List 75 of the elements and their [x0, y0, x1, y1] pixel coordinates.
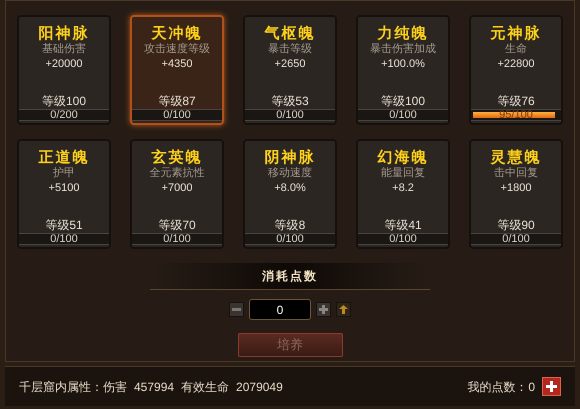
minus-icon [232, 308, 241, 311]
stat-name: 生命 [505, 42, 527, 57]
plus-button[interactable] [316, 302, 331, 317]
level-text: 等级51 [45, 218, 83, 233]
progress-text: 0/100 [389, 110, 417, 120]
stat-value: +8.2 [392, 181, 414, 196]
card-title: 力纯魄 [378, 24, 428, 42]
life-value: 2079049 [236, 378, 283, 396]
talent-card[interactable]: 力纯魄 暴击伤害加成 +100.0% 等级100 0/100 [356, 15, 450, 125]
stat-name: 基础伤害 [42, 42, 86, 57]
level-text: 等级87 [158, 94, 196, 109]
talent-card[interactable]: 灵慧魄 击中回复 +1800 等级90 0/100 [469, 139, 563, 249]
max-button[interactable] [336, 302, 351, 317]
minus-button[interactable] [229, 302, 244, 317]
level-text: 等级100 [380, 94, 426, 109]
stat-name: 暴击等级 [268, 42, 312, 57]
stat-value: +8.0% [274, 181, 306, 196]
card-title: 幻海魄 [378, 148, 428, 166]
talent-card[interactable]: 玄英魄 全元素抗性 +7000 等级70 0/100 [130, 139, 224, 249]
card-title: 天冲魄 [152, 24, 202, 42]
level-text: 等级100 [42, 94, 86, 109]
add-points-button[interactable] [542, 377, 561, 396]
progress-text: 0/100 [163, 234, 191, 244]
stat-name: 击中回复 [494, 166, 538, 181]
talent-card[interactable]: 阴神脉 移动速度 +8.0% 等级8 0/100 [243, 139, 337, 249]
card-title: 玄英魄 [152, 148, 202, 166]
progress-text: 0/100 [502, 234, 530, 244]
level-text: 等级41 [384, 218, 422, 233]
level-text: 等级76 [497, 94, 535, 109]
stat-value: +5100 [48, 181, 80, 196]
card-title: 气枢魄 [264, 24, 316, 42]
life-label: 有效生命 [181, 378, 230, 396]
plus-icon [319, 305, 328, 314]
progress-text: 0/100 [163, 110, 191, 120]
amount-field[interactable]: 0 [249, 299, 311, 320]
talent-card[interactable]: 天冲魄 攻击速度等级 +4350 等级87 0/100 [130, 15, 224, 125]
stat-name: 暴击伤害加成 [370, 42, 436, 57]
stat-value: +7000 [162, 181, 192, 196]
talent-card[interactable]: 气枢魄 暴击等级 +2650 等级53 0/100 [243, 15, 337, 125]
talent-card[interactable]: 阳神脉 基础伤害 +20000 等级100 0/200 [17, 15, 111, 125]
progress-text: 95/100 [499, 110, 533, 120]
stat-name: 移动速度 [268, 166, 312, 181]
level-text: 等级90 [497, 218, 535, 233]
attribute-label: 千层窟内属性：伤害 [19, 378, 127, 396]
stat-value: +22800 [497, 57, 534, 72]
stat-name: 攻击速度等级 [144, 42, 210, 57]
progress-text: 0/100 [389, 234, 417, 244]
points-label: 我的点数： [467, 378, 528, 396]
damage-value: 457994 [134, 378, 174, 396]
stat-value: +4350 [162, 57, 192, 72]
talent-card[interactable]: 元神脉 生命 +22800 等级76 95/100 [469, 15, 563, 125]
stat-value: +20000 [45, 57, 82, 72]
card-title: 正道魄 [38, 148, 90, 166]
stat-name: 护甲 [53, 166, 75, 181]
card-title: 灵慧魄 [490, 148, 542, 166]
plus-icon [546, 381, 557, 392]
card-title: 阳神脉 [38, 24, 90, 42]
stat-name: 全元素抗性 [150, 166, 204, 181]
level-text: 等级53 [271, 94, 309, 109]
section-header: 消耗点数 [150, 263, 430, 290]
progress-text: 0/200 [50, 110, 78, 120]
stat-value: +100.0% [381, 57, 425, 72]
card-title: 元神脉 [490, 24, 542, 42]
talent-card[interactable]: 正道魄 护甲 +5100 等级51 0/100 [17, 139, 111, 249]
points-value: 0 [528, 378, 535, 396]
stat-value: +2650 [274, 57, 306, 72]
progress-text: 0/100 [276, 234, 304, 244]
card-title: 阴神脉 [264, 148, 316, 166]
talent-card[interactable]: 幻海魄 能量回复 +8.2 等级41 0/100 [356, 139, 450, 249]
progress-text: 0/100 [50, 234, 78, 244]
progress-text: 0/100 [276, 110, 304, 120]
stat-name: 能量回复 [381, 166, 425, 181]
level-text: 等级70 [158, 218, 196, 233]
stat-value: +1800 [500, 181, 532, 196]
level-text: 等级8 [274, 218, 306, 233]
